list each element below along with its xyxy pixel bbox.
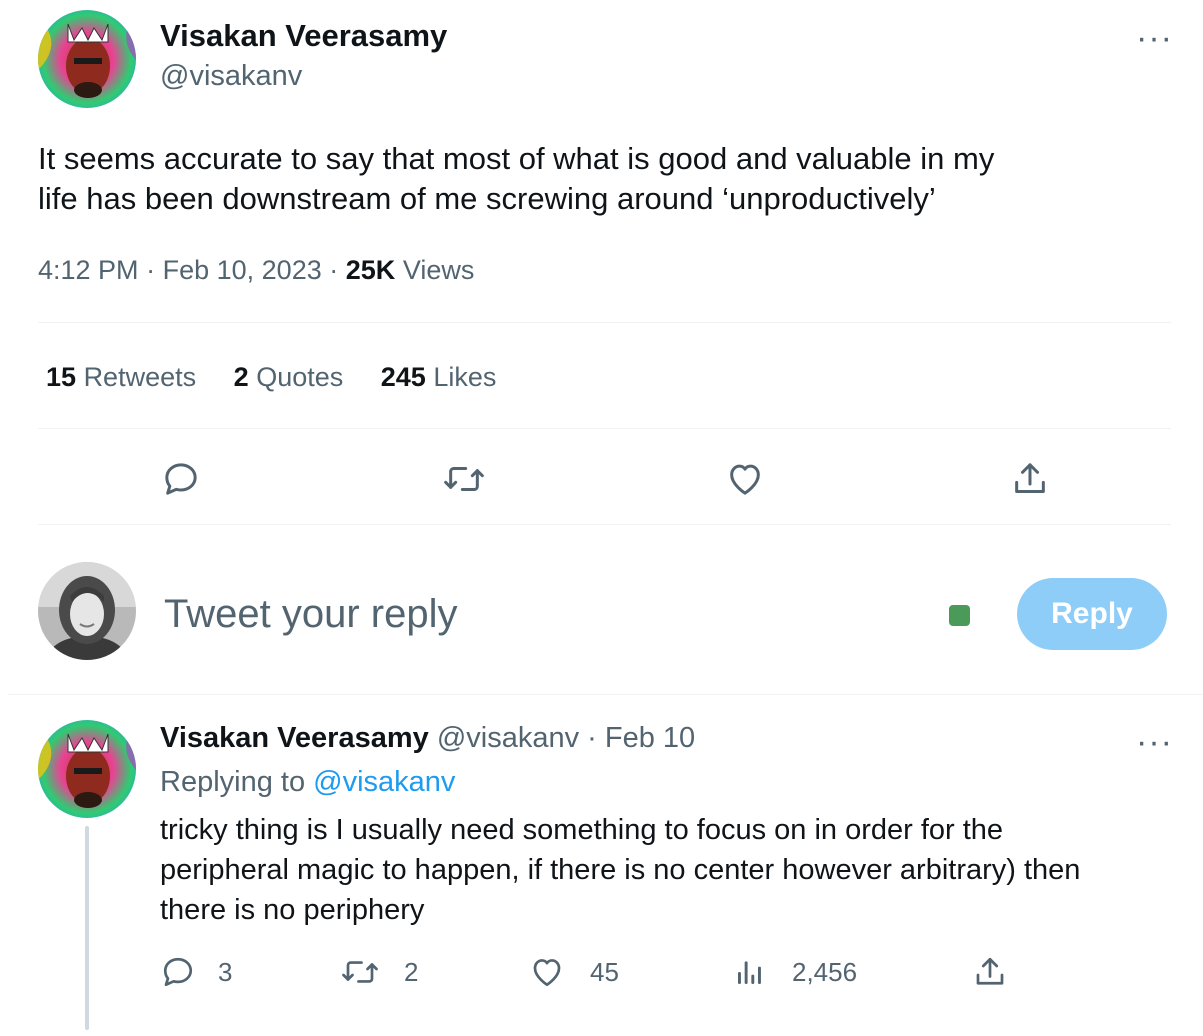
- author-avatar[interactable]: [38, 10, 136, 108]
- reply-text-line: peripheral magic to happen, if there is …: [160, 854, 1081, 886]
- retweet-icon: [340, 954, 380, 990]
- retweet-count: 2: [404, 956, 419, 987]
- reply-header: Visakan Veerasamy @visakanv · Feb 10: [160, 722, 695, 755]
- share-icon[interactable]: [1010, 459, 1050, 499]
- status-dot: [949, 605, 970, 626]
- views-count: 2,456: [792, 956, 858, 987]
- reply-button[interactable]: Reply: [1017, 578, 1167, 650]
- tweet-text: It seems accurate to say that most of wh…: [38, 139, 994, 219]
- reply-author-name[interactable]: Visakan Veerasamy: [160, 722, 429, 754]
- author-handle[interactable]: @visakanv: [160, 60, 302, 93]
- reply-input[interactable]: Tweet your reply: [164, 592, 924, 637]
- tweet-meta: 4:12 PM · Feb 10, 2023 · 25K Views: [38, 255, 474, 286]
- reply-author-avatar[interactable]: [38, 720, 136, 818]
- tweet-text-line: life has been downstream of me screwing …: [38, 181, 936, 216]
- stats-row: 15 Retweets 2 Quotes 245 Likes: [46, 362, 496, 393]
- more-icon[interactable]: ···: [1136, 725, 1173, 759]
- retweets-label: Retweets: [83, 362, 197, 392]
- meta-separator: ·: [587, 722, 597, 754]
- views-count: 25K: [345, 255, 396, 285]
- reply-text-line: tricky thing is I usually need something…: [160, 814, 1004, 846]
- heart-icon: [528, 954, 566, 990]
- reply-action[interactable]: 3: [160, 954, 232, 990]
- likes-stat[interactable]: 245 Likes: [381, 362, 497, 392]
- replying-to-handle[interactable]: @visakanv: [313, 766, 455, 798]
- like-count: 45: [590, 956, 619, 987]
- heart-icon[interactable]: [724, 459, 766, 499]
- retweet-action[interactable]: 2: [340, 954, 418, 990]
- divider: [8, 694, 1203, 695]
- tweet-time[interactable]: 4:12 PM: [38, 255, 139, 285]
- views-action[interactable]: 2,456: [734, 954, 857, 990]
- quotes-stat[interactable]: 2 Quotes: [234, 362, 351, 392]
- meta-separator: ·: [146, 255, 156, 285]
- reply-text-line: there is no periphery: [160, 894, 425, 926]
- divider: [38, 428, 1171, 429]
- divider: [38, 322, 1171, 323]
- reply-author-handle[interactable]: @visakanv: [437, 722, 579, 754]
- likes-count: 245: [380, 362, 426, 392]
- reply-count: 3: [218, 956, 233, 987]
- current-user-avatar[interactable]: [38, 562, 136, 660]
- like-action[interactable]: 45: [528, 954, 619, 990]
- thread-line: [85, 826, 89, 1030]
- tweet-text-line: It seems accurate to say that most of wh…: [38, 141, 995, 176]
- meta-separator: ·: [329, 255, 339, 285]
- more-icon[interactable]: ···: [1136, 21, 1173, 55]
- author-name[interactable]: Visakan Veerasamy: [160, 18, 447, 54]
- replying-to: Replying to @visakanv: [160, 766, 455, 799]
- divider: [38, 524, 1171, 525]
- reply-icon: [160, 954, 196, 990]
- retweet-icon[interactable]: [442, 459, 486, 499]
- quotes-count: 2: [233, 362, 249, 392]
- share-icon[interactable]: [972, 954, 1008, 990]
- replying-to-label: Replying to: [160, 766, 306, 798]
- reply-date[interactable]: Feb 10: [605, 722, 695, 754]
- retweets-count: 15: [46, 362, 77, 392]
- likes-label: Likes: [433, 362, 497, 392]
- tweet-date[interactable]: Feb 10, 2023: [163, 255, 322, 285]
- reply-icon[interactable]: [161, 459, 201, 499]
- quotes-label: Quotes: [256, 362, 344, 392]
- reply-text: tricky thing is I usually need something…: [160, 810, 1080, 930]
- views-icon: [734, 954, 766, 990]
- views-label: Views: [402, 255, 475, 285]
- retweets-stat[interactable]: 15 Retweets: [46, 362, 204, 392]
